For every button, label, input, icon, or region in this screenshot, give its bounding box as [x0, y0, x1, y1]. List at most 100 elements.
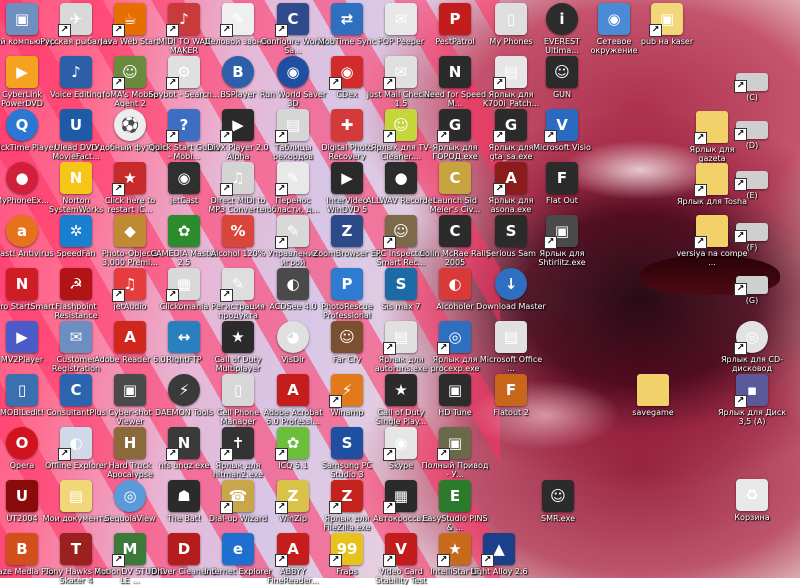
desktop-icon-visio[interactable]: V ↗ Microsoft Visio — [526, 109, 598, 161]
desktop-icon-label: Flat Out — [546, 196, 578, 205]
shortcut-arrow-icon: ↗ — [493, 77, 506, 90]
shortcut-arrow-icon: ↗ — [437, 554, 450, 567]
phone-icon: ● — [6, 162, 38, 194]
light-alloy-icon: ▲ ↗ — [481, 533, 515, 567]
tony-hawk-icon: T — [60, 533, 92, 565]
desktop-icon-drive-c[interactable]: ↗ (C) — [716, 65, 788, 117]
shortcut-arrow-icon: ↗ — [220, 501, 233, 514]
folder-savegame-icon — [637, 374, 669, 406]
consultant-icon: C — [60, 374, 92, 406]
fishing-icon: ✈ ↗ — [58, 3, 92, 37]
sequoiaview-icon: ◎ — [114, 480, 146, 512]
the-bat-icon: ☗ — [168, 480, 200, 512]
farcry-icon: ☺ — [331, 321, 363, 353]
game-control-icon: ✎ ↗ — [275, 215, 309, 249]
flatout2-icon: F — [495, 374, 527, 406]
shortcut-arrow-icon: ↗ — [58, 24, 71, 37]
dialup-icon: ☎ ↗ — [220, 480, 254, 514]
shortcut-arrow-icon: ↗ — [437, 342, 450, 355]
hitman-icon: ✝ ↗ — [220, 427, 254, 461]
desktop-icon-drive-e[interactable]: ↗ (E) — [716, 163, 788, 215]
floppy-icon: ▪ ↗ — [734, 374, 768, 408]
desktop-icon-label: savegame — [632, 408, 674, 417]
product-registration-icon: ✎ ↗ — [220, 268, 254, 302]
photo-recovery-icon: ✚ — [331, 109, 363, 141]
camedia-icon: ✿ — [168, 215, 200, 247]
bsplayer-icon: B — [222, 56, 254, 88]
desktop-icon-recycle-bin[interactable]: ♻ Корзина — [716, 479, 788, 531]
desktop-icon-label: Microsoft Office ... — [479, 355, 543, 373]
acdsee-icon: ◐ — [277, 268, 309, 300]
tvcleaner-icon: ☺ ↗ — [383, 109, 417, 143]
shortcut-arrow-icon: ↗ — [329, 395, 342, 408]
cybershot-icon: ▣ — [114, 374, 146, 406]
shortcut-arrow-icon: ↗ — [649, 24, 662, 37]
desktop-icon-drive-d[interactable]: ↗ (D) — [716, 113, 788, 165]
desktop-icon-label: pub на kaser — [640, 37, 694, 46]
desktop-icon-flatout2[interactable]: F Flatout 2 — [475, 374, 547, 426]
desktop-icon-network-folder[interactable]: ▣ ↗ pub на kaser — [631, 3, 703, 55]
desktop-icon-smr[interactable]: ☺ SMR.exe — [522, 480, 594, 532]
football-icon: ⚽ — [114, 109, 146, 141]
desktop-icon-full-drive[interactable]: ▣ ↗ Полный Привод - У... — [419, 427, 491, 479]
desktop-icon-easystudio[interactable]: E EasyStudio PINS & ... — [419, 480, 491, 532]
shortcut-arrow-icon: ↗ — [220, 448, 233, 461]
asona-icon: A ↗ — [493, 162, 527, 196]
video-card-icon: V ↗ — [383, 533, 417, 567]
desktop-icon-shtirlitz[interactable]: ▣ ↗ Ярлык для Shtirlitz.exe — [526, 215, 598, 267]
3dsmax-icon: S — [385, 268, 417, 300]
cod-sp-icon: ★ — [385, 374, 417, 406]
desktop-icon-flatout[interactable]: F Flat Out — [526, 162, 598, 214]
mail-checker-icon: ✉ ↗ — [383, 56, 417, 90]
desktop-icon-cd-drive[interactable]: ◎ ↗ Ярлык для CD-дисковод — [716, 321, 788, 373]
hdtune-icon: ▣ — [439, 374, 471, 406]
shortcut-arrow-icon: ↗ — [329, 77, 342, 90]
world-saver-icon: ◉ — [277, 56, 309, 88]
shortcut-arrow-icon: ↗ — [166, 24, 179, 37]
gta-icon: G ↗ — [493, 109, 527, 143]
procexp-icon: ◎ ↗ — [437, 321, 471, 355]
drive-e-icon: ↗ — [734, 171, 768, 191]
jetcast-icon: ◉ — [168, 162, 200, 194]
configure-icon: C ↗ — [275, 3, 309, 37]
pc-inspector-icon: ☺ ↗ — [383, 215, 417, 249]
drive-c-icon: ↗ — [734, 73, 768, 93]
clickomania-icon: ▦ ↗ — [166, 268, 200, 302]
quick-start-icon: ? ↗ — [166, 109, 200, 143]
ulead-icon: U — [60, 109, 92, 141]
shortcut-arrow-icon: ↗ — [112, 183, 125, 196]
desktop-icon-label: Полный Привод - У... — [421, 461, 489, 479]
mobile-agent-icon: ☺ ↗ — [112, 56, 146, 90]
desktop-icon-download-master[interactable]: ↓ Download Master — [475, 268, 547, 320]
shortcut-arrow-icon: ↗ — [383, 236, 396, 249]
records-icon: ▤ ↗ — [275, 109, 309, 143]
desktop-icon-label: (C) — [746, 93, 758, 102]
shortcut-arrow-icon: ↗ — [734, 342, 747, 355]
desktop-icon-folder-savegame[interactable]: savegame — [617, 374, 689, 426]
shortcut-arrow-icon: ↗ — [734, 283, 747, 296]
desktop-icon-drive-f[interactable]: ↗ (F) — [716, 215, 788, 267]
skype-icon: ◉ ↗ — [383, 427, 417, 461]
desktop-icon-light-alloy[interactable]: ▲ ↗ Light Alloy 2.6 — [463, 533, 535, 585]
shortcut-arrow-icon: ↗ — [383, 501, 396, 514]
desktop-icon-label: Microsoft Visio — [533, 143, 591, 152]
desktop-icon-gun[interactable]: ☺ GUN — [526, 56, 598, 108]
samsung-icon: S — [331, 427, 363, 459]
desktop-icon-label: Ярлык для Shtirlitz.exe — [538, 249, 586, 267]
cdex-icon: ◉ ↗ — [329, 56, 363, 90]
shortcut-arrow-icon: ↗ — [383, 77, 396, 90]
restart-icon: ★ ↗ — [112, 162, 146, 196]
pop-peeper-icon: ✉ — [385, 3, 417, 35]
desktop-icon-floppy[interactable]: ▪ ↗ Ярлык для Диск 3,5 (A) — [716, 374, 788, 426]
desktop-icon-drive-g[interactable]: ↗ (G) — [716, 268, 788, 320]
colin-mcrae-icon: C — [439, 215, 471, 247]
cd-drive-icon: ◎ ↗ — [734, 321, 768, 355]
shortcut-arrow-icon: ↗ — [58, 448, 71, 461]
opera-icon: O — [6, 427, 38, 459]
desktop-icon-label: (F) — [746, 243, 758, 252]
shortcut-arrow-icon: ↗ — [275, 448, 288, 461]
desktop-icon-label: (D) — [745, 141, 759, 150]
desktop-icon-label: (E) — [746, 191, 758, 200]
shortcut-arrow-icon: ↗ — [329, 501, 342, 514]
desktop-icon-ms-office[interactable]: ▤ Microsoft Office ... — [475, 321, 547, 373]
